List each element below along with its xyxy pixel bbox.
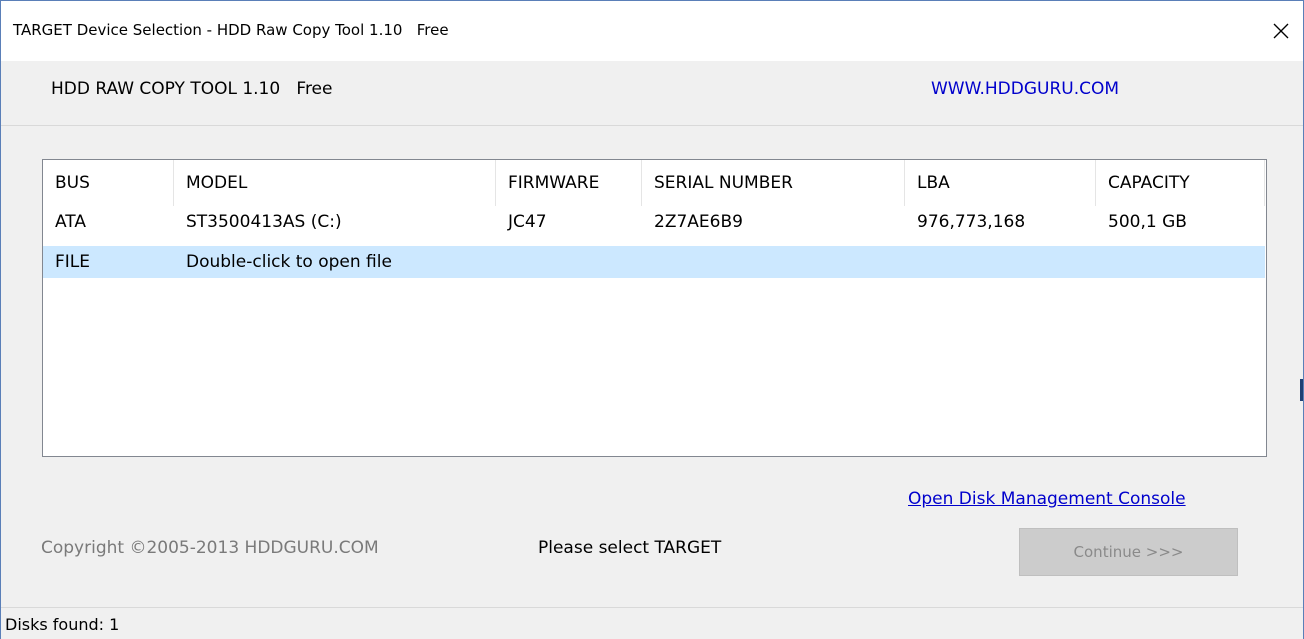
column-header-firmware[interactable]: FIRMWARE — [496, 160, 642, 206]
continue-button[interactable]: Continue >>> — [1019, 528, 1238, 576]
cell-firmware: JC47 — [508, 212, 547, 232]
copyright-text: Copyright ©2005-2013 HDDGURU.COM — [41, 538, 379, 558]
open-disk-management-link[interactable]: Open Disk Management Console — [908, 489, 1186, 509]
column-header-lba[interactable]: LBA — [905, 160, 1096, 206]
disks-found-text: Disks found: 1 — [5, 615, 120, 634]
background-window-edge — [1300, 379, 1303, 401]
app-header: HDD RAW COPY TOOL 1.10 Free WWW.HDDGURU.… — [1, 61, 1303, 126]
column-header-capacity[interactable]: CAPACITY — [1096, 160, 1265, 206]
app-name: HDD RAW COPY TOOL 1.10 Free — [51, 79, 333, 99]
device-list[interactable]: BUS MODEL FIRMWARE SERIAL NUMBER LBA CAP… — [42, 159, 1267, 457]
column-header-bus[interactable]: BUS — [43, 160, 174, 206]
device-row-ata[interactable]: ATA ST3500413AS (C:) JC47 2Z7AE6B9 976,7… — [43, 206, 1265, 238]
cell-model: Double-click to open file — [186, 252, 392, 272]
cell-bus: FILE — [55, 252, 91, 272]
cell-serial-number: 2Z7AE6B9 — [654, 212, 743, 232]
close-button[interactable] — [1259, 11, 1303, 51]
cell-model: ST3500413AS (C:) — [186, 212, 342, 232]
list-header: BUS MODEL FIRMWARE SERIAL NUMBER LBA CAP… — [43, 160, 1265, 206]
website-link[interactable]: WWW.HDDGURU.COM — [931, 79, 1119, 99]
column-header-serial-number[interactable]: SERIAL NUMBER — [642, 160, 905, 206]
cell-lba: 976,773,168 — [917, 212, 1026, 232]
title-bar: TARGET Device Selection - HDD Raw Copy T… — [1, 1, 1303, 61]
cell-capacity: 500,1 GB — [1108, 212, 1187, 232]
close-icon — [1273, 23, 1289, 39]
status-message: Please select TARGET — [538, 538, 722, 558]
window-title: TARGET Device Selection - HDD Raw Copy T… — [13, 21, 449, 39]
column-header-model[interactable]: MODEL — [174, 160, 496, 206]
cell-bus: ATA — [55, 212, 87, 232]
status-bar: Disks found: 1 — [1, 607, 1303, 639]
target-device-selection-window: TARGET Device Selection - HDD Raw Copy T… — [0, 0, 1304, 639]
device-row-file[interactable]: FILE Double-click to open file — [43, 246, 1265, 278]
